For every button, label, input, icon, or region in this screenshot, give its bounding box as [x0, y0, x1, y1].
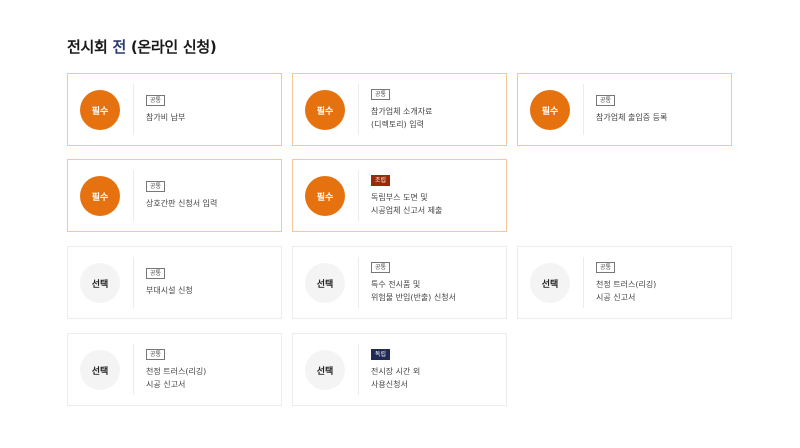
- category-tag: 독립: [371, 348, 391, 360]
- optional-badge-circle: 선택: [305, 350, 345, 390]
- divider: [133, 344, 134, 395]
- category-tag: 공통: [371, 261, 391, 273]
- card-label: 참가비 납부: [146, 113, 186, 122]
- card-label: 참가업체 소개자료 (디렉토리) 입력: [371, 106, 433, 129]
- card-label: 상호간판 신청서 입력: [146, 199, 218, 208]
- divider: [133, 257, 134, 308]
- divider: [583, 257, 584, 308]
- required-badge-circle: 필수: [530, 90, 570, 130]
- card-label: 참가업체 출입증 등록: [596, 113, 668, 122]
- card-ceiling-truss[interactable]: 선택 공통 천정 트러스(리깅) 시공 신고서: [517, 246, 732, 319]
- category-tag: 공통: [146, 95, 166, 106]
- category-tag: 공통: [596, 95, 616, 106]
- card-exhibitor-badge[interactable]: 필수 공통 참가업체 출입증 등록: [517, 73, 732, 146]
- card-booth-drawing[interactable]: 필수 조립 독립부스 도면 및 시공업체 신고서 제출: [292, 159, 507, 232]
- divider: [358, 344, 359, 395]
- category-tag: 공통: [146, 348, 166, 360]
- divider: [133, 170, 134, 221]
- card-label: 전시장 시간 외 사용신청서: [371, 366, 421, 389]
- divider: [358, 84, 359, 135]
- optional-badge-circle: 선택: [305, 263, 345, 303]
- card-ceiling-truss-2[interactable]: 선택 공통 천정 트러스(리깅) 시공 신고서: [67, 333, 282, 406]
- divider: [583, 84, 584, 135]
- optional-badge-circle: 선택: [530, 263, 570, 303]
- card-signboard-request[interactable]: 필수 공통 상호간판 신청서 입력: [67, 159, 282, 232]
- category-tag: 공통: [371, 88, 391, 100]
- divider: [358, 257, 359, 308]
- page-title: 전시회 전 (온라인 신청): [67, 38, 217, 56]
- divider: [133, 84, 134, 135]
- card-label: 천정 트러스(리깅) 시공 신고서: [146, 366, 207, 389]
- divider: [358, 170, 359, 221]
- required-badge-circle: 필수: [305, 176, 345, 216]
- required-badge-circle: 필수: [80, 90, 120, 130]
- card-participation-fee[interactable]: 필수 공통 참가비 납부: [67, 73, 282, 146]
- card-label: 부대시설 신청: [146, 286, 193, 295]
- required-badge-circle: 필수: [80, 176, 120, 216]
- optional-badge-circle: 선택: [80, 350, 120, 390]
- card-label: 특수 전시품 및 위험물 반입(반출) 신청서: [371, 279, 456, 302]
- category-tag: 공통: [596, 261, 616, 273]
- card-label: 천정 트러스(리깅) 시공 신고서: [596, 279, 657, 302]
- card-ancillary-facilities[interactable]: 선택 공통 부대시설 신청: [67, 246, 282, 319]
- category-tag: 공통: [146, 181, 166, 192]
- card-special-exhibits[interactable]: 선택 공통 특수 전시품 및 위험물 반입(반출) 신청서: [292, 246, 507, 319]
- card-exhibitor-directory[interactable]: 필수 공통 참가업체 소개자료 (디렉토리) 입력: [292, 73, 507, 146]
- category-tag: 공통: [146, 268, 166, 279]
- card-overtime-usage[interactable]: 선택 독립 전시장 시간 외 사용신청서: [292, 333, 507, 406]
- category-tag: 조립: [371, 174, 391, 186]
- required-badge-circle: 필수: [305, 90, 345, 130]
- optional-badge-circle: 선택: [80, 263, 120, 303]
- card-label: 독립부스 도면 및 시공업체 신고서 제출: [371, 192, 443, 215]
